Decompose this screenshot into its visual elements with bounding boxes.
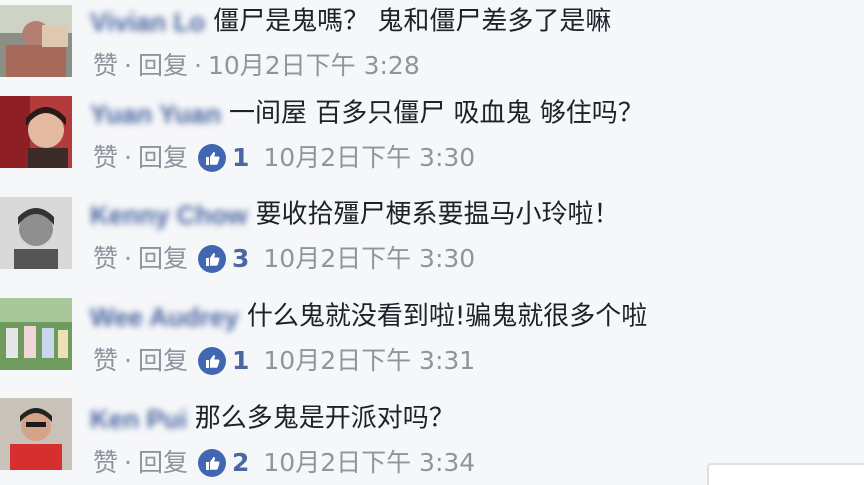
comment-actions: 赞 · 回复 1 10月2日下午 3:30: [93, 140, 475, 175]
comment-timestamp[interactable]: 10月2日下午 3:30: [263, 143, 475, 172]
thumbs-up-icon[interactable]: [197, 449, 226, 477]
like-link[interactable]: 赞: [93, 346, 118, 375]
commenter-name[interactable]: Wee Audrey: [90, 300, 239, 334]
avatar[interactable]: [0, 298, 72, 370]
separator-dot: ·: [193, 51, 202, 80]
like-count[interactable]: 1: [232, 143, 249, 172]
comment-body: Vivian Lo 僵尸是鬼嗎？ 鬼和僵尸差多了是嘛: [90, 4, 611, 39]
avatar[interactable]: [0, 96, 72, 168]
comment-text: 僵尸是鬼嗎？ 鬼和僵尸差多了是嘛: [213, 6, 612, 37]
separator-dot: ·: [124, 346, 132, 375]
comment-text: 什么鬼就没看到啦!骗鬼就很多个啦: [246, 301, 648, 332]
commenter-name[interactable]: Kenny Chow: [90, 198, 247, 232]
comment-text: 要收拾殭尸梗系要揾马小玲啦！: [255, 199, 620, 230]
reply-link[interactable]: 回复: [138, 143, 188, 172]
comment-text: 一间屋 百多只僵尸 吸血鬼 够住吗？: [229, 98, 644, 129]
like-link[interactable]: 赞: [93, 51, 118, 80]
reply-link[interactable]: 回复: [138, 448, 188, 477]
comment-body: Ken Pui 那么多鬼是开派对吗？: [90, 401, 455, 436]
reply-input-box[interactable]: [707, 463, 864, 485]
comment-timestamp[interactable]: 10月2日下午 3:28: [208, 51, 420, 80]
comment-body: Kenny Chow 要收拾殭尸梗系要揾马小玲啦！: [90, 197, 619, 232]
comment-item: Kenny Chow 要收拾殭尸梗系要揾马小玲啦！ 赞 · 回复 3 10月2日下午 3:3…: [0, 193, 864, 293]
comment-body: Wee Audrey 什么鬼就没看到啦!骗鬼就很多个啦: [90, 299, 647, 334]
thumbs-up-icon[interactable]: [197, 347, 226, 375]
comment-timestamp[interactable]: 10月2日下午 3:30: [263, 244, 475, 273]
like-link[interactable]: 赞: [93, 448, 118, 477]
like-count[interactable]: 1: [232, 346, 249, 375]
thumbs-up-icon[interactable]: [197, 144, 226, 172]
comment-body: Yuan Yuan 一间屋 百多只僵尸 吸血鬼 够住吗？: [90, 96, 644, 131]
commenter-name[interactable]: Vivian Lo: [90, 5, 205, 39]
comment-item: Yuan Yuan 一间屋 百多只僵尸 吸血鬼 够住吗？ 赞 · 回复 1 10月2日下午 …: [0, 92, 864, 192]
comment-timestamp[interactable]: 10月2日下午 3:31: [263, 346, 475, 375]
comment-text: 那么多鬼是开派对吗？: [194, 403, 455, 434]
avatar[interactable]: [0, 398, 72, 470]
reply-link[interactable]: 回复: [138, 346, 188, 375]
separator-dot: ·: [124, 448, 132, 477]
avatar[interactable]: [0, 5, 72, 77]
comment-item: Vivian Lo 僵尸是鬼嗎？ 鬼和僵尸差多了是嘛赞 · 回复 · 10月2日下午 3:…: [0, 0, 864, 100]
comment-item: Wee Audrey 什么鬼就没看到啦!骗鬼就很多个啦赞 · 回复 1 10月2日下午 3…: [0, 295, 864, 395]
comment-actions: 赞 · 回复 1 10月2日下午 3:31: [93, 343, 475, 378]
avatar[interactable]: [0, 197, 72, 269]
comment-timestamp[interactable]: 10月2日下午 3:34: [263, 448, 475, 477]
separator-dot: ·: [124, 51, 132, 80]
like-count[interactable]: 3: [232, 244, 249, 273]
comment-actions: 赞 · 回复 3 10月2日下午 3:30: [93, 241, 475, 276]
like-link[interactable]: 赞: [93, 143, 118, 172]
reply-link[interactable]: 回复: [138, 51, 188, 80]
comment-thread: Vivian Lo 僵尸是鬼嗎？ 鬼和僵尸差多了是嘛赞 · 回复 · 10月2日下午 3:…: [0, 0, 864, 485]
thumbs-up-icon[interactable]: [197, 245, 226, 273]
comment-actions: 赞 · 回复 2 10月2日下午 3:34: [93, 445, 475, 480]
separator-dot: ·: [124, 143, 132, 172]
commenter-name[interactable]: Ken Pui: [90, 402, 187, 436]
reply-link[interactable]: 回复: [138, 244, 188, 273]
comment-actions: 赞 · 回复 · 10月2日下午 3:28: [93, 48, 420, 83]
like-count[interactable]: 2: [232, 448, 249, 477]
like-link[interactable]: 赞: [93, 244, 118, 273]
commenter-name[interactable]: Yuan Yuan: [90, 97, 221, 131]
separator-dot: ·: [124, 244, 132, 273]
